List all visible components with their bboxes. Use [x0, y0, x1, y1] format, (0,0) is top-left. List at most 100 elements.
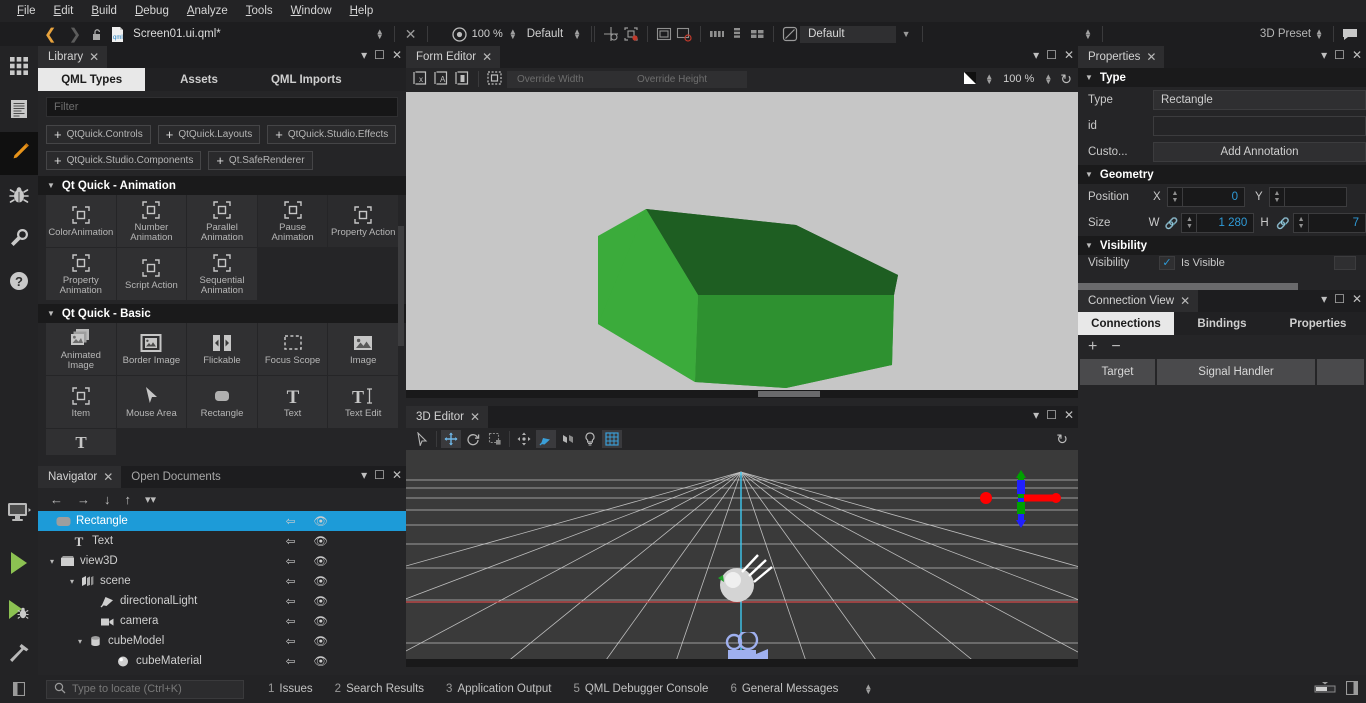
library-item-image[interactable]: Image — [328, 323, 398, 375]
scroll-thumb[interactable] — [1078, 283, 1298, 290]
export-property-icon[interactable]: ⇦ — [286, 554, 296, 568]
eye-icon[interactable]: 👁 — [313, 554, 328, 568]
move-tool-icon[interactable] — [441, 430, 461, 448]
library-item-sequentialanimation[interactable]: Sequential Animation — [187, 248, 257, 300]
scale-tool-icon[interactable] — [485, 430, 505, 448]
section-header-basic[interactable]: ▼ Qt Quick - Basic — [38, 304, 406, 323]
library-item-parallelanimation[interactable]: Parallel Animation — [187, 195, 257, 247]
float-panel-icon[interactable]: ☐ — [374, 468, 385, 482]
form-zoom-stepper[interactable]: ▲▼ — [1044, 74, 1052, 84]
eye-icon[interactable]: 👁 — [313, 634, 328, 648]
library-item-pauseanimation[interactable]: Pause Animation — [258, 195, 328, 247]
tab-qml-types[interactable]: QML Types — [38, 68, 145, 91]
link-binding-icon[interactable]: 🔗 — [1165, 217, 1179, 230]
grid-toggle-icon[interactable] — [602, 430, 622, 448]
export-property-icon[interactable]: ⇦ — [286, 574, 296, 588]
build-button[interactable] — [0, 635, 38, 675]
layout-reset-icon[interactable] — [674, 24, 694, 44]
navigator-row-view3d[interactable]: ▾ view3D ⇦👁 — [38, 551, 406, 571]
tab-open-documents[interactable]: Open Documents — [121, 466, 229, 488]
eye-icon[interactable]: 👁 — [313, 614, 328, 628]
file-selector-stepper[interactable]: ▲▼ — [376, 29, 384, 39]
export-property-icon[interactable]: ⇦ — [286, 594, 296, 608]
run-target-icon[interactable] — [450, 24, 470, 44]
library-item-propertyaction[interactable]: Property Action — [328, 195, 398, 247]
rotate-tool-icon[interactable] — [463, 430, 483, 448]
reset-view-icon[interactable]: ↻ — [1056, 431, 1068, 448]
preset-stepper-left[interactable]: ▲▼ — [1084, 29, 1092, 39]
menu-item-window[interactable]: Window — [282, 2, 341, 20]
filter-icon[interactable]: ▾▾ — [145, 493, 156, 506]
tab-assets[interactable]: Assets — [145, 68, 252, 91]
import-button-2[interactable]: +QtQuick.Studio.Effects — [267, 125, 396, 144]
export-property-icon[interactable]: ⇦ — [286, 514, 296, 528]
library-item-textedit[interactable]: T Text Edit — [328, 376, 398, 428]
mode-design[interactable] — [0, 132, 38, 175]
rows-layout-icon[interactable] — [727, 24, 747, 44]
toolbar-zoom-value[interactable]: 100 % — [470, 28, 505, 40]
close-icon[interactable]: ✕ — [482, 52, 492, 62]
navigator-row-rectangle[interactable]: Rectangle ⇦👁 — [38, 511, 406, 531]
editor-3d-hscrollbar[interactable] — [406, 659, 1078, 667]
override-width-input[interactable]: Override Width — [507, 74, 627, 85]
style-stepper[interactable]: ▲▼ — [573, 29, 581, 39]
properties-section-visibility[interactable]: ▼ Visibility — [1078, 236, 1366, 255]
tab-3d-editor[interactable]: 3D Editor ✕ — [406, 406, 488, 428]
editor-3d-viewport[interactable] — [406, 450, 1078, 667]
layout-outer-icon[interactable] — [654, 24, 674, 44]
close-file-icon[interactable]: ✕ — [401, 24, 421, 44]
export-property-icon[interactable]: ⇦ — [286, 654, 296, 668]
chevron-down-icon[interactable]: ▾ — [1033, 408, 1039, 422]
stepper-icon[interactable]: ▲▼ — [1168, 188, 1183, 206]
scroll-thumb[interactable] — [758, 391, 820, 397]
close-icon[interactable]: ✕ — [89, 52, 99, 62]
navigator-row-camera[interactable]: camera ⇦👁 — [38, 611, 406, 631]
debug-run-button[interactable] — [0, 589, 38, 635]
toggle-light-icon[interactable] — [580, 430, 600, 448]
annotate-icon[interactable] — [780, 24, 800, 44]
locate-input[interactable]: Type to locate (Ctrl+K) — [46, 680, 244, 699]
position-y-input[interactable]: ▲▼ — [1269, 187, 1347, 207]
background-stepper[interactable]: ▲▼ — [985, 74, 993, 84]
navigator-row-directionallight[interactable]: directionalLight ⇦👁 — [38, 591, 406, 611]
close-panel-icon[interactable]: ✕ — [392, 48, 402, 62]
axis-gizmo[interactable] — [976, 462, 1066, 532]
output-qml-debugger-console[interactable]: 5QML Debugger Console — [573, 683, 708, 695]
mode-welcome[interactable] — [0, 46, 38, 89]
column-signal-handler[interactable]: Signal Handler — [1157, 359, 1315, 385]
column-action[interactable] — [1317, 359, 1364, 385]
output-application-output[interactable]: 3Application Output — [446, 683, 551, 695]
preset-stepper[interactable]: ▲▼ — [1315, 29, 1323, 39]
tab-form-editor[interactable]: Form Editor ✕ — [406, 46, 500, 68]
eye-icon[interactable]: 👁 — [313, 574, 328, 588]
library-item-mousearea[interactable]: Mouse Area — [117, 376, 187, 428]
library-item-item[interactable]: Item — [46, 376, 116, 428]
close-icon[interactable]: ✕ — [1146, 52, 1156, 62]
zoom-stepper[interactable]: ▲▼ — [509, 29, 517, 39]
library-filter-input[interactable]: Filter — [46, 97, 398, 117]
output-issues[interactable]: 1Issues — [268, 683, 313, 695]
eye-icon[interactable]: 👁 — [313, 514, 328, 528]
section-header-animation[interactable]: ▼ Qt Quick - Animation — [38, 176, 406, 195]
align-a-icon[interactable]: A — [433, 70, 450, 89]
navigator-row-text[interactable]: T Text ⇦👁 — [38, 531, 406, 551]
toggle-right-panel-icon[interactable] — [1346, 681, 1358, 698]
export-property-icon[interactable]: ⇦ — [286, 634, 296, 648]
chevron-down-icon[interactable]: ▾ — [1033, 48, 1039, 62]
chevron-down-icon[interactable]: ▾ — [361, 48, 367, 62]
menu-item-help[interactable]: Help — [341, 2, 383, 20]
comment-icon[interactable] — [1340, 24, 1360, 44]
library-item-propertyanimation[interactable]: Property Animation — [46, 248, 116, 300]
navigator-row-cubematerial[interactable]: cubeMaterial ⇦👁 — [38, 651, 406, 671]
properties-section-geometry[interactable]: ▼ Geometry — [1078, 165, 1366, 184]
tab-qml-imports[interactable]: QML Imports — [253, 68, 360, 91]
chevron-down-icon[interactable]: ▾ — [66, 577, 78, 586]
progress-bar-icon[interactable] — [1314, 680, 1336, 698]
output-general-messages[interactable]: 6General Messages — [730, 683, 838, 695]
select-cursor-icon[interactable] — [412, 430, 432, 448]
reset-zoom-icon[interactable]: ↻ — [1060, 71, 1072, 88]
library-item-flickable[interactable]: Flickable — [187, 323, 257, 375]
mode-edit[interactable] — [0, 89, 38, 132]
tab-cv-properties[interactable]: Properties — [1270, 312, 1366, 335]
menu-item-file[interactable]: FFileile — [8, 2, 45, 20]
